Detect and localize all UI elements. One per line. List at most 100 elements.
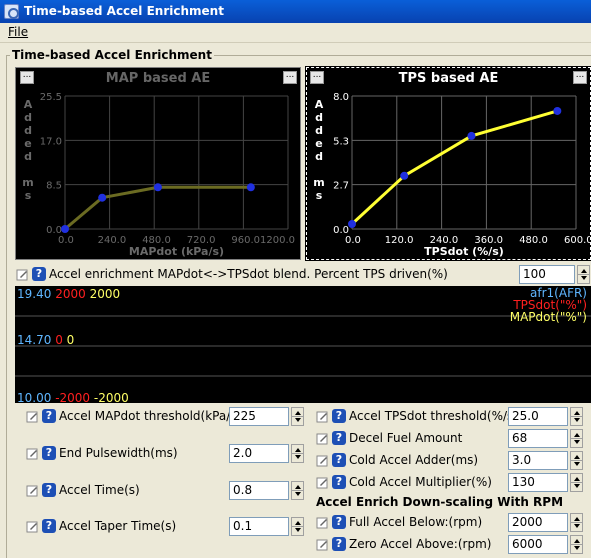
accel-taper-time-label: Accel Taper Time(s)	[59, 519, 177, 533]
cold-accel-multiplier-spinner[interactable]	[570, 473, 583, 492]
scope-afr-max: 19.40	[17, 287, 52, 301]
map-chart-ylabel: Addedms	[22, 98, 33, 202]
menu-file[interactable]: File	[8, 25, 28, 39]
end-pulsewidth-spinner[interactable]	[291, 444, 304, 463]
map-ae-chart-panel[interactable]: ... MAP based AE ... 25.5 17.0 8.5 0.0 0.0 24…	[15, 67, 301, 260]
map-chart-point[interactable]	[153, 183, 162, 192]
blend-spinner[interactable]	[577, 265, 590, 284]
edit-icon[interactable]	[316, 516, 329, 529]
window-title-bar[interactable]: Time-based Accel Enrichment	[0, 0, 591, 23]
help-icon[interactable]: ?	[42, 483, 56, 497]
map-chart-xtick: 0.0	[58, 235, 74, 246]
help-icon[interactable]: ?	[332, 475, 346, 489]
tps-chart-xtick: 120.0	[385, 235, 414, 246]
rpm-section-title: Accel Enrich Down-scaling With RPM	[316, 495, 564, 509]
scope-map-min: -2000	[93, 391, 129, 405]
tps-threshold-spinner[interactable]	[570, 407, 583, 426]
end-pulsewidth-input[interactable]: 2.0	[229, 444, 289, 463]
help-icon[interactable]: ?	[42, 409, 56, 423]
edit-icon[interactable]	[316, 432, 329, 445]
edit-icon[interactable]	[26, 447, 39, 460]
tps-chart-point[interactable]	[553, 106, 562, 115]
map-chart-ytick: 25.5	[40, 92, 62, 103]
cold-accel-multiplier-row: ? Cold Accel Multiplier(%) 130	[316, 473, 583, 492]
help-icon[interactable]: ?	[332, 431, 346, 445]
app-icon	[4, 4, 19, 19]
full-accel-below-row: ? Full Accel Below:(rpm) 2000	[316, 513, 583, 532]
scope-map-mid: 0	[66, 333, 75, 347]
edit-icon[interactable]	[316, 410, 329, 423]
zero-accel-above-row: ? Zero Accel Above:(rpm) 6000	[316, 535, 583, 554]
tps-chart-xlabel: TPSdot (%/s)	[424, 245, 504, 258]
cold-accel-adder-label: Cold Accel Adder(ms)	[349, 453, 479, 467]
tps-threshold-label: Accel TPSdot threshold(%/s)	[349, 409, 518, 423]
accel-time-label: Accel Time(s)	[59, 483, 140, 497]
help-icon[interactable]: ?	[42, 519, 56, 533]
tps-chart-ytick: 5.3	[333, 136, 349, 147]
cold-accel-multiplier-input[interactable]: 130	[508, 473, 568, 492]
map-chart-point[interactable]	[246, 183, 255, 192]
menu-bar: File	[0, 23, 591, 43]
tps-chart-point[interactable]	[348, 220, 356, 229]
full-accel-below-input[interactable]: 2000	[508, 513, 568, 532]
help-icon[interactable]: ?	[42, 446, 56, 460]
cold-accel-adder-input[interactable]: 3.0	[508, 451, 568, 470]
blend-label: Accel enrichment MAPdot<->TPSdot blend. …	[49, 267, 448, 281]
zero-accel-above-label: Zero Accel Above:(rpm)	[349, 537, 492, 551]
help-icon[interactable]: ?	[332, 537, 346, 551]
end-pulsewidth-row: ? End Pulsewidth(ms) 2.0	[26, 444, 304, 463]
cold-accel-adder-spinner[interactable]	[570, 451, 583, 470]
tps-chart-point[interactable]	[467, 131, 476, 140]
tps-chart-right-menu-icon[interactable]: ...	[573, 71, 587, 84]
scope-top-labels: 19.40 2000 2000	[17, 287, 120, 301]
map-chart-right-menu-icon[interactable]: ...	[283, 71, 297, 84]
full-accel-below-label: Full Accel Below:(rpm)	[349, 515, 483, 529]
map-chart-ytick: 17.0	[40, 136, 62, 147]
tps-chart-title: TPS based AE	[398, 71, 499, 86]
accel-time-row: ? Accel Time(s) 0.8	[26, 481, 304, 500]
map-threshold-row: ? Accel MAPdot threshold(kPa/s) 225	[26, 407, 304, 426]
map-threshold-spinner[interactable]	[291, 407, 304, 426]
map-chart-plot[interactable]: 25.517.08.50.00.0 240.0 480.0 720.0 960.0120…	[16, 85, 300, 260]
scope-tps-max: 2000	[55, 287, 86, 301]
edit-icon[interactable]	[26, 484, 39, 497]
map-chart-point[interactable]	[61, 225, 69, 233]
accel-taper-time-input[interactable]: 0.1	[229, 517, 289, 536]
edit-icon[interactable]	[16, 268, 29, 281]
accel-taper-time-spinner[interactable]	[291, 517, 304, 536]
decel-fuel-spinner[interactable]	[570, 429, 583, 448]
tps-threshold-input[interactable]: 25.0	[508, 407, 568, 426]
scope-afr-mid: 14.70	[17, 333, 52, 347]
edit-icon[interactable]	[26, 520, 39, 533]
edit-icon[interactable]	[316, 476, 329, 489]
decel-fuel-input[interactable]: 68	[508, 429, 568, 448]
tps-chart-point[interactable]	[400, 171, 409, 180]
map-chart-xtick: 960.01200.0	[231, 235, 295, 246]
map-chart-xtick: 240.0	[98, 235, 127, 246]
map-threshold-input[interactable]: 225	[229, 407, 289, 426]
help-icon[interactable]: ?	[32, 267, 46, 281]
frame-title: Time-based Accel Enrichment	[10, 48, 214, 62]
map-threshold-label: Accel MAPdot threshold(kPa/s)	[59, 409, 242, 423]
edit-icon[interactable]	[316, 538, 329, 551]
realtime-scope[interactable]: 19.40 2000 2000 14.70 0 0 10.00 -2000 -2…	[15, 286, 591, 405]
edit-icon[interactable]	[26, 410, 39, 423]
blend-input[interactable]: 100	[519, 265, 575, 284]
tps-ae-chart-panel[interactable]: ... TPS based AE ... 8.0 5.3 2.7 0.0 0.0 120.…	[305, 66, 591, 261]
scope-tps-mid: 0	[55, 333, 63, 347]
help-icon[interactable]: ?	[332, 409, 346, 423]
zero-accel-above-spinner[interactable]	[570, 535, 583, 554]
accel-time-input[interactable]: 0.8	[229, 481, 289, 500]
blend-row: ? Accel enrichment MAPdot<->TPSdot blend…	[16, 265, 591, 285]
map-chart-point[interactable]	[98, 193, 107, 202]
help-icon[interactable]: ?	[332, 453, 346, 467]
map-chart-xlabel: MAPdot (kPa/s)	[129, 245, 224, 258]
full-accel-below-spinner[interactable]	[570, 513, 583, 532]
zero-accel-above-input[interactable]: 6000	[508, 535, 568, 554]
tps-chart-plot[interactable]: 8.05.32.70.00.0 120.0 240.0 360.0 480.0 600.0…	[307, 85, 590, 260]
map-chart-series-line	[64, 185, 251, 231]
accel-time-spinner[interactable]	[291, 481, 304, 500]
edit-icon[interactable]	[316, 454, 329, 467]
tps-chart-xtick: 0.0	[345, 235, 361, 246]
help-icon[interactable]: ?	[332, 515, 346, 529]
